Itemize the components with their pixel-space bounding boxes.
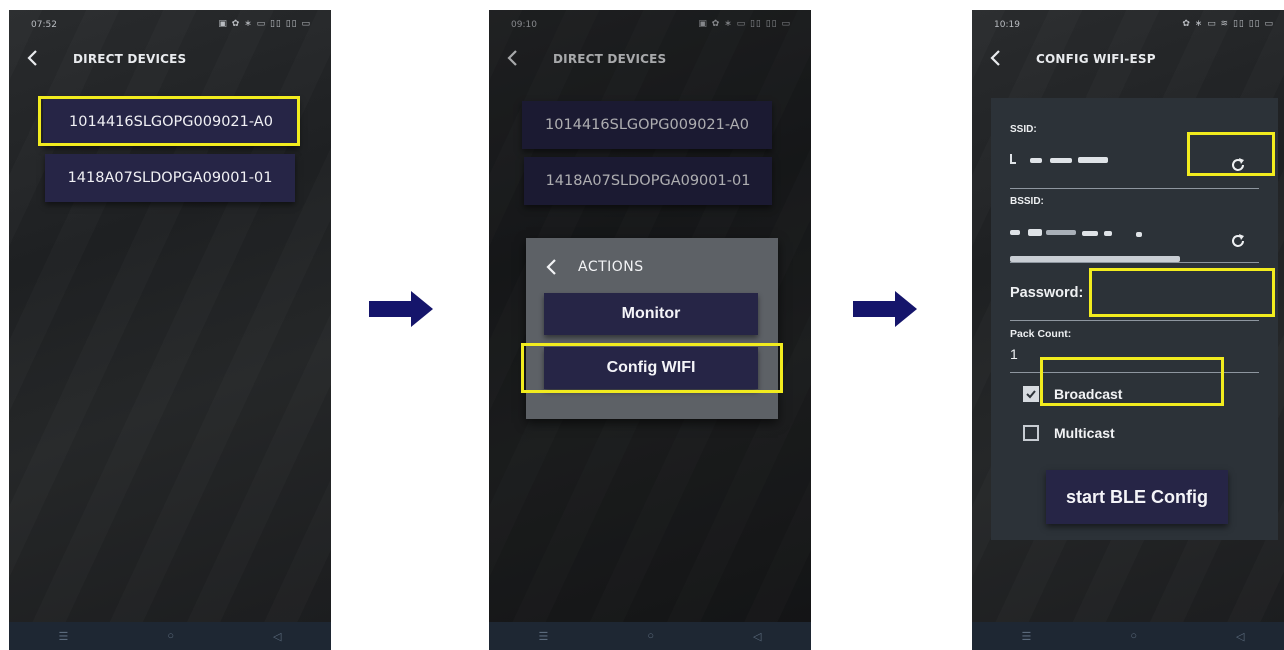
multicast-label[interactable]: Multicast (1054, 425, 1115, 441)
app-bar: CONFIG WIFI-ESP (972, 40, 1284, 76)
status-bar: 07:52 ▣ ✿ ∗ ▭ ▯▯ ▯▯ ▭ (9, 10, 331, 38)
check-icon (1026, 390, 1036, 399)
broadcast-checkbox[interactable] (1023, 386, 1039, 402)
status-icons: ▣ ✿ ∗ ▭ ▯▯ ▯▯ ▭ (218, 19, 311, 29)
ssid-underline (1010, 188, 1259, 189)
monitor-button[interactable]: Monitor (544, 293, 758, 335)
ssid-label: SSID: (1010, 124, 1037, 135)
dialog-back-icon[interactable] (544, 258, 560, 276)
highlight-box-broadcast (1040, 357, 1224, 406)
password-underline (1010, 320, 1259, 321)
system-nav-bar: ☰ ○ ◁ (489, 622, 811, 650)
highlight-box-device (38, 96, 300, 146)
app-bar: DIRECT DEVICES (9, 40, 331, 76)
home-nav-icon[interactable]: ○ (167, 630, 174, 642)
page-title: CONFIG WIFI-ESP (1036, 52, 1156, 66)
start-ble-config-button[interactable]: start BLE Config (1046, 470, 1228, 524)
status-time: 07:52 (31, 20, 57, 30)
home-nav-icon[interactable]: ○ (1130, 630, 1137, 642)
status-bar: 10:19 ✿ ∗ ▭ ≋ ▯▯ ▯▯ ▭ (972, 10, 1284, 38)
back-arrow-icon[interactable] (23, 48, 43, 68)
system-nav-bar: ☰ ○ ◁ (972, 622, 1284, 650)
bssid-field[interactable] (1010, 222, 1200, 246)
highlight-box-password (1089, 268, 1275, 317)
bssid-refresh-icon[interactable] (1229, 232, 1247, 250)
phone-screen-direct-devices: 07:52 ▣ ✿ ∗ ▭ ▯▯ ▯▯ ▭ DIRECT DEVICES 101… (9, 10, 331, 650)
highlight-box-config-wifi (521, 343, 783, 393)
back-nav-icon[interactable]: ◁ (273, 630, 281, 643)
highlight-box-refresh (1187, 132, 1275, 176)
phone-screen-actions: 09:10 ▣ ✿ ∗ ▭ ▯▯ ▯▯ ▭ DIRECT DEVICES 101… (489, 10, 811, 650)
home-nav-icon[interactable]: ○ (647, 630, 654, 642)
password-label: Password: (1010, 285, 1084, 301)
multicast-checkbox[interactable] (1023, 425, 1039, 441)
device-item-2[interactable]: 1418A07SLDOPGA09001-01 (45, 154, 295, 202)
system-nav-bar: ☰ ○ ◁ (9, 622, 331, 650)
ssid-field[interactable] (1010, 146, 1200, 170)
menu-nav-icon[interactable]: ☰ (539, 630, 549, 643)
menu-nav-icon[interactable]: ☰ (59, 630, 69, 643)
status-time: 10:19 (994, 20, 1020, 30)
status-icons: ✿ ∗ ▭ ≋ ▯▯ ▯▯ ▭ (1182, 19, 1274, 29)
bssid-label: BSSID: (1010, 196, 1044, 207)
page-title: DIRECT DEVICES (73, 52, 187, 66)
flow-arrow-icon (853, 291, 917, 327)
back-arrow-icon[interactable] (986, 48, 1006, 68)
menu-nav-icon[interactable]: ☰ (1022, 630, 1032, 643)
phone-screen-config-wifi: 10:19 ✿ ∗ ▭ ≋ ▯▯ ▯▯ ▭ CONFIG WIFI-ESP SS… (972, 10, 1284, 650)
back-nav-icon[interactable]: ◁ (1236, 630, 1244, 643)
bssid-line (1010, 262, 1259, 263)
pack-count-field[interactable]: 1 (1010, 346, 1018, 362)
pack-count-label: Pack Count: (1010, 328, 1072, 340)
back-nav-icon[interactable]: ◁ (753, 630, 761, 643)
dialog-title: ACTIONS (578, 259, 644, 275)
flow-arrow-icon (369, 291, 433, 327)
